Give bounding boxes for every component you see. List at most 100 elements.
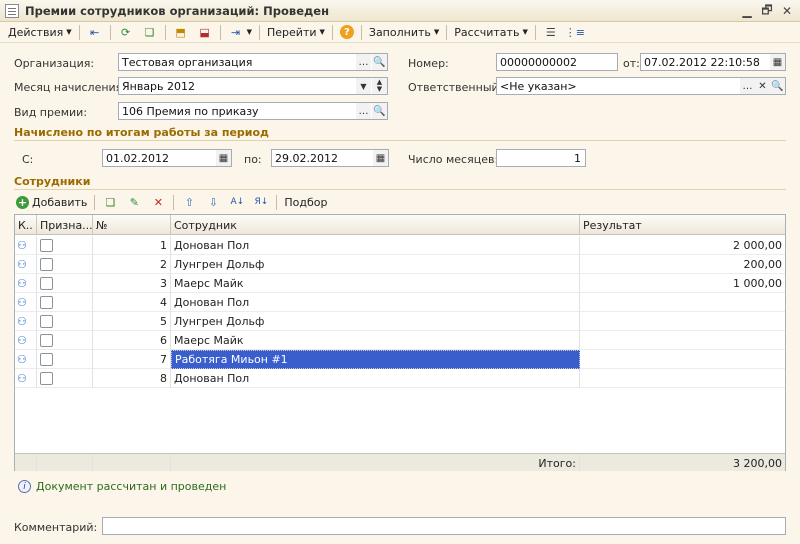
- number-cell: 2: [93, 255, 171, 274]
- select-button[interactable]: …: [356, 103, 371, 119]
- selection-button[interactable]: Подбор: [280, 193, 331, 212]
- copy-button[interactable]: ❏: [138, 23, 162, 42]
- result-cell[interactable]: [580, 331, 785, 350]
- result-cell[interactable]: [580, 369, 785, 388]
- calendar-icon[interactable]: ▦: [770, 54, 785, 70]
- maximize-button[interactable]: 🗗: [758, 3, 776, 19]
- search-icon[interactable]: 🔍: [770, 78, 785, 94]
- sort-asc-button[interactable]: A↓: [225, 193, 249, 212]
- column-header-result[interactable]: Результат: [580, 215, 785, 235]
- table-row[interactable]: ⚇ 1 Донован Пол 2 000,00: [15, 236, 785, 255]
- search-icon[interactable]: 🔍: [372, 54, 387, 70]
- number-label: Номер:: [408, 57, 449, 70]
- based-on-button[interactable]: ⇥ ▼: [224, 23, 256, 42]
- post-button[interactable]: ⬒: [169, 23, 193, 42]
- edit-row-button[interactable]: ✎: [122, 193, 146, 212]
- responsible-label: Ответственный:: [408, 81, 503, 94]
- move-up-button[interactable]: ⇧: [177, 193, 201, 212]
- organization-field[interactable]: Тестовая организация … 🔍: [118, 53, 388, 71]
- close-button[interactable]: ✕: [778, 3, 796, 19]
- table-row[interactable]: ⚇ 7 Работяга Миьон #1: [15, 350, 785, 369]
- footer-cell: [15, 454, 37, 472]
- fill-menu-button[interactable]: Заполнить ▼: [365, 23, 443, 42]
- flag-checkbox[interactable]: [40, 277, 53, 290]
- employee-cell[interactable]: Маерс Майк: [171, 331, 580, 350]
- actions-menu-button[interactable]: Действия ▼: [4, 23, 76, 42]
- table-row[interactable]: ⚇ 6 Маерс Майк: [15, 331, 785, 350]
- chevron-down-icon[interactable]: ▼: [356, 78, 371, 94]
- months-count-field[interactable]: 1: [496, 149, 586, 167]
- responsible-field[interactable]: <Не указан> … ✕ 🔍: [496, 77, 786, 95]
- number-cell: 1: [93, 236, 171, 255]
- period-to-field[interactable]: 29.02.2012 ▦: [271, 149, 389, 167]
- flag-cell: [37, 312, 93, 331]
- sort-descending-icon: Я↓: [254, 197, 269, 207]
- sort-desc-button[interactable]: Я↓: [249, 193, 273, 212]
- unpost-button[interactable]: ⬓: [193, 23, 217, 42]
- calendar-icon[interactable]: ▦: [216, 150, 231, 166]
- footer-cell: [93, 454, 171, 472]
- number-cell: 5: [93, 312, 171, 331]
- period-from-field[interactable]: 01.02.2012 ▦: [102, 149, 232, 167]
- move-down-button[interactable]: ⇩: [201, 193, 225, 212]
- date-field[interactable]: 07.02.2012 22:10:58 ▦: [640, 53, 786, 71]
- comment-field[interactable]: [102, 517, 786, 535]
- number-field[interactable]: 00000000002: [496, 53, 618, 71]
- table-row[interactable]: ⚇ 5 Лунгрен Дольф: [15, 312, 785, 331]
- employee-cell[interactable]: Донован Пол: [171, 236, 580, 255]
- table-row[interactable]: ⚇ 3 Маерс Майк 1 000,00: [15, 274, 785, 293]
- minimize-button[interactable]: ▁: [738, 3, 756, 19]
- employee-cell[interactable]: Донован Пол: [171, 369, 580, 388]
- movements-button[interactable]: ☰: [539, 23, 563, 42]
- employee-cell[interactable]: Лунгрен Дольф: [171, 255, 580, 274]
- window-title: Премии сотрудников организаций: Проведен: [25, 3, 330, 18]
- flag-checkbox[interactable]: [40, 334, 53, 347]
- result-cell[interactable]: 1 000,00: [580, 274, 785, 293]
- flag-checkbox[interactable]: [40, 315, 53, 328]
- flag-checkbox[interactable]: [40, 372, 53, 385]
- flag-checkbox[interactable]: [40, 258, 53, 271]
- flag-checkbox[interactable]: [40, 239, 53, 252]
- table-row[interactable]: ⚇ 2 Лунгрен Дольф 200,00: [15, 255, 785, 274]
- result-cell[interactable]: 2 000,00: [580, 236, 785, 255]
- calendar-icon[interactable]: ▦: [373, 150, 388, 166]
- structure-button[interactable]: ⋮≡: [563, 23, 587, 42]
- employees-section-title: Сотрудники: [14, 175, 91, 188]
- employee-cell[interactable]: Маерс Майк: [171, 274, 580, 293]
- employee-cell[interactable]: Работяга Миьон #1: [171, 350, 580, 369]
- employee-cell[interactable]: Донован Пол: [171, 293, 580, 312]
- select-button[interactable]: …: [356, 54, 371, 70]
- clear-icon[interactable]: ✕: [755, 78, 770, 94]
- flag-checkbox[interactable]: [40, 296, 53, 309]
- help-button[interactable]: ?: [336, 23, 358, 42]
- save-close-button[interactable]: ⇤: [83, 23, 107, 42]
- delete-icon: ✕: [153, 195, 163, 209]
- table-row[interactable]: ⚇ 4 Донован Пол: [15, 293, 785, 312]
- column-header-employee[interactable]: Сотрудник: [171, 215, 580, 235]
- select-button[interactable]: …: [740, 78, 755, 94]
- month-field[interactable]: Январь 2012 ▼ ▲ ▼: [118, 77, 388, 95]
- column-header-number[interactable]: №: [93, 215, 171, 235]
- employee-cell[interactable]: Лунгрен Дольф: [171, 312, 580, 331]
- result-cell[interactable]: [580, 293, 785, 312]
- flag-cell: [37, 274, 93, 293]
- flag-checkbox[interactable]: [40, 353, 53, 366]
- copy-row-button[interactable]: ❏: [98, 193, 122, 212]
- goto-menu-button[interactable]: Перейти ▼: [263, 23, 329, 42]
- calculate-menu-button[interactable]: Рассчитать ▼: [450, 23, 532, 42]
- delete-row-button[interactable]: ✕: [146, 193, 170, 212]
- refresh-button[interactable]: ⟳: [114, 23, 138, 42]
- comment-label: Комментарий:: [14, 521, 98, 534]
- flag-cell: [37, 255, 93, 274]
- result-cell[interactable]: 200,00: [580, 255, 785, 274]
- result-cell[interactable]: [580, 312, 785, 331]
- result-cell[interactable]: [580, 350, 785, 369]
- column-header-k[interactable]: К..: [15, 215, 37, 235]
- table-row[interactable]: ⚇ 8 Донован Пол: [15, 369, 785, 388]
- column-header-flag[interactable]: Призна...: [37, 215, 93, 235]
- spinner-icon[interactable]: ▲ ▼: [372, 78, 387, 94]
- search-icon[interactable]: 🔍: [372, 103, 387, 119]
- add-row-button[interactable]: + Добавить: [14, 193, 91, 212]
- number-cell: 4: [93, 293, 171, 312]
- bonus-type-field[interactable]: 106 Премия по приказу … 🔍: [118, 102, 388, 120]
